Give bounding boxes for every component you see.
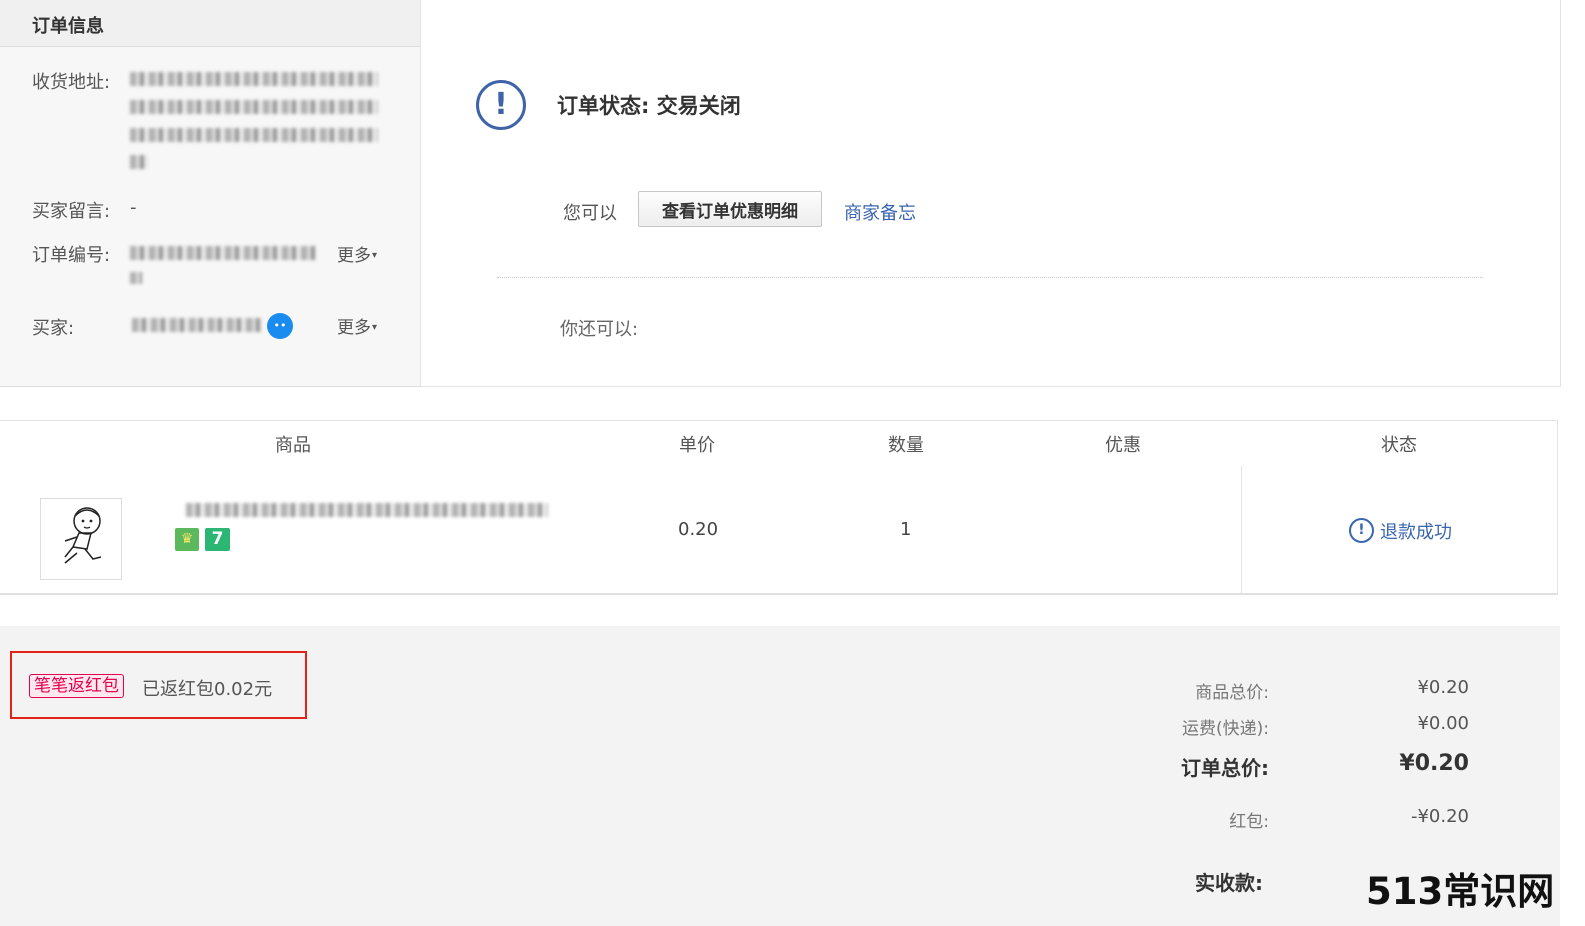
quantity-cell: 1 bbox=[900, 519, 912, 540]
order-no-redacted-2 bbox=[130, 272, 142, 284]
buyer-redacted bbox=[132, 318, 262, 332]
exclamation-circle-icon: ! bbox=[476, 80, 526, 130]
order-total-label: 订单总价: bbox=[1181, 756, 1269, 780]
address-redacted-line-3 bbox=[130, 128, 378, 142]
buyer-message-value: - bbox=[130, 197, 137, 218]
hongbao-label: 红包: bbox=[1229, 812, 1269, 832]
received-amount-label: 实收款: bbox=[1195, 871, 1263, 895]
table-row bbox=[0, 466, 1558, 595]
shipping-value: ¥0.00 bbox=[1417, 713, 1469, 734]
buyer-label: 买家: bbox=[32, 318, 75, 339]
caret-down-icon: ▾ bbox=[372, 250, 378, 261]
gift-badge-icon: ♛ bbox=[175, 528, 199, 551]
buyer-more-link[interactable]: 更多▾ bbox=[337, 313, 377, 338]
order-total-value: ¥0.20 bbox=[1399, 751, 1469, 776]
order-no-more-link[interactable]: 更多▾ bbox=[337, 241, 377, 266]
site-watermark: 513常识网 bbox=[1366, 870, 1555, 913]
goods-table-header bbox=[0, 420, 1558, 467]
address-redacted-line-4 bbox=[130, 155, 148, 169]
merchant-memo-link[interactable]: 商家备忘 bbox=[844, 199, 916, 225]
caret-down-icon: ▾ bbox=[372, 322, 378, 333]
product-title-redacted[interactable] bbox=[186, 503, 548, 517]
goods-total-label: 商品总价: bbox=[1195, 683, 1269, 703]
col-header-status: 状态 bbox=[1381, 435, 1417, 456]
shipping-label: 运费(快递): bbox=[1182, 719, 1269, 739]
order-status-title: 订单状态: 交易关闭 bbox=[557, 94, 741, 118]
hongbao-returned-text: 已返红包0.02元 bbox=[142, 679, 273, 700]
goods-total-value: ¥0.20 bbox=[1417, 677, 1469, 698]
unit-price-cell: 0.20 bbox=[678, 519, 719, 540]
also-can-label: 你还可以: bbox=[560, 319, 639, 340]
address-redacted-line-2 bbox=[130, 100, 378, 114]
order-no-label: 订单编号: bbox=[32, 245, 111, 266]
col-header-discount: 优惠 bbox=[1105, 435, 1141, 456]
col-header-unit-price: 单价 bbox=[679, 435, 715, 456]
buyer-message-label: 买家留言: bbox=[32, 201, 111, 222]
view-discount-detail-button[interactable]: 查看订单优惠明细 bbox=[638, 191, 822, 227]
seven-day-return-badge: 7 bbox=[205, 528, 230, 551]
col-header-goods: 商品 bbox=[275, 435, 311, 456]
address-label: 收货地址: bbox=[32, 72, 111, 93]
order-no-redacted bbox=[130, 246, 316, 260]
order-info-title: 订单信息 bbox=[32, 16, 104, 37]
cartoon-boy-image bbox=[64, 507, 102, 564]
hongbao-tag: 笔笔返红包 bbox=[29, 674, 124, 698]
exclamation-circle-icon: ! bbox=[1349, 518, 1374, 543]
dotted-divider bbox=[497, 277, 1483, 278]
refund-success-link[interactable]: 退款成功 bbox=[1380, 518, 1452, 544]
row-column-divider bbox=[1241, 466, 1242, 593]
product-thumbnail[interactable] bbox=[40, 498, 122, 580]
address-redacted-line-1 bbox=[130, 72, 378, 86]
you-can-label: 您可以 bbox=[563, 203, 617, 224]
wangwang-chat-icon[interactable]: •• bbox=[267, 313, 293, 339]
hongbao-value: -¥0.20 bbox=[1410, 806, 1469, 827]
col-header-quantity: 数量 bbox=[888, 435, 924, 456]
